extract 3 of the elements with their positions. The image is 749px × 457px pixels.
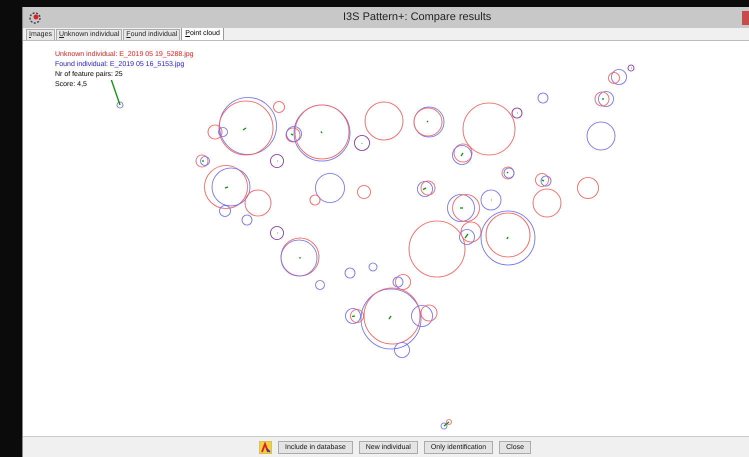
paint-icon[interactable] — [259, 440, 272, 454]
window-title: I3S Pattern+: Compare results — [343, 10, 492, 26]
app-icon — [29, 12, 41, 24]
